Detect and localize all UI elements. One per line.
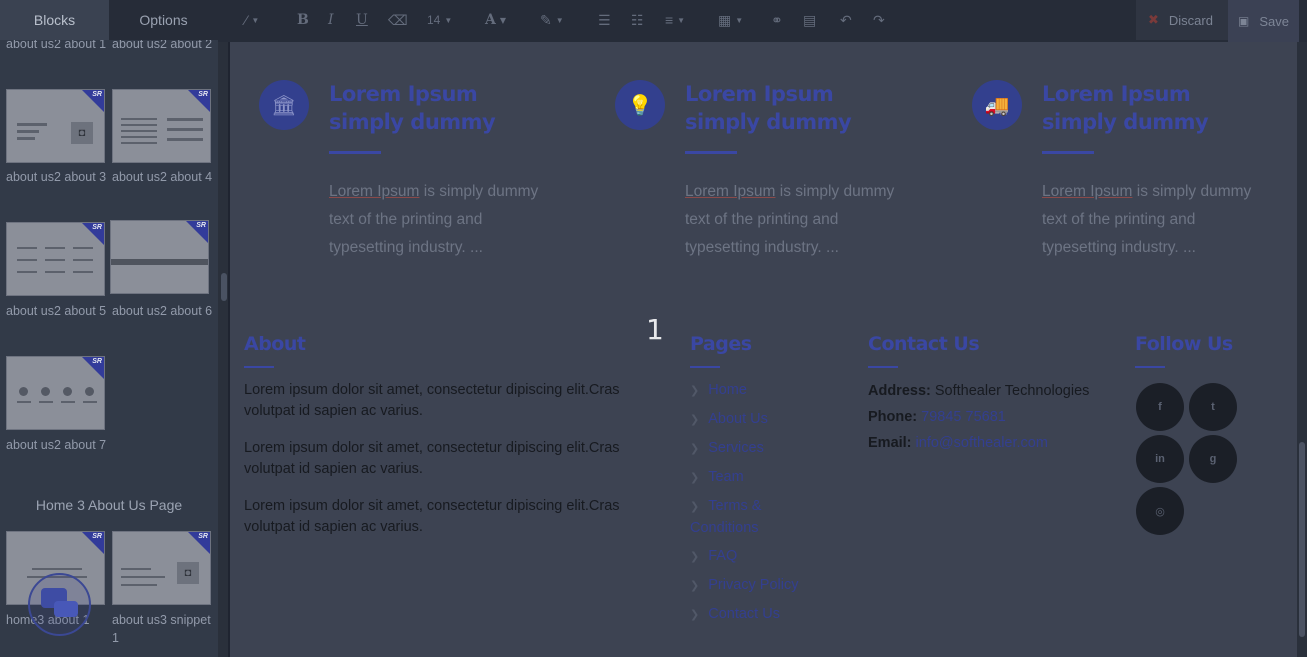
lightbulb-icon: 💡 [615, 80, 665, 130]
highlight-icon[interactable]: ✎ ▼ [540, 11, 564, 29]
close-icon: ✖ [1148, 12, 1159, 27]
tab-options[interactable]: Options [109, 0, 218, 40]
contact-address: Address: Softhealer Technologies [868, 383, 1090, 399]
camera-icon: ◘ [71, 122, 93, 144]
block-label: about us3 snippet 1 [112, 613, 211, 645]
footer-link-team[interactable]: ❯ Team [690, 467, 744, 489]
page-scrollbar[interactable] [1297, 42, 1307, 657]
block-label: about us2 about 4 [112, 170, 213, 184]
chevron-right-icon: ❯ [690, 443, 700, 455]
contact-phone: Phone: 79845 75681 [868, 409, 1006, 425]
sidebar-scrollbar-thumb[interactable] [221, 273, 227, 301]
block-label: about us2 about 5 [6, 304, 107, 318]
feature-text: Lorem Ipsum is simply dummy text of the … [685, 183, 895, 256]
chat-widget-button[interactable] [28, 573, 91, 636]
drop-position-badge: 1 [646, 313, 664, 346]
pages-heading: Pages [690, 333, 752, 355]
floppy-disk-icon: ▣ [1238, 14, 1250, 28]
footer-link-terms[interactable]: ❯ Terms & Conditions [690, 496, 800, 539]
block-thumbnail-about-us3-snippet-1[interactable]: ◘ SR [112, 531, 211, 605]
block-thumbnail-about-5[interactable]: SR [6, 222, 105, 296]
feature-title: Lorem Ipsum simply dummy [685, 82, 852, 134]
link-icon[interactable]: ⚭ [771, 11, 783, 29]
undo-icon[interactable]: ↶ [840, 11, 852, 29]
redo-icon[interactable]: ↷ [873, 11, 885, 29]
feature-title: Lorem Ipsum simply dummy [1042, 82, 1209, 134]
chevron-right-icon: ❯ [690, 385, 700, 397]
camera-icon: ◘ [177, 562, 199, 584]
chevron-right-icon: ❯ [690, 551, 700, 563]
chevron-right-icon: ❯ [690, 580, 700, 592]
bold-icon[interactable]: B [297, 11, 309, 29]
chevron-right-icon: ❯ [690, 609, 700, 621]
about-paragraph: Lorem ipsum dolor sit amet, consectetur … [244, 440, 620, 477]
font-color-icon[interactable]: A ▼ [485, 11, 506, 29]
block-thumbnail-about-7[interactable]: SR [6, 356, 105, 430]
table-icon[interactable]: ▦ ▼ [718, 11, 743, 29]
tab-blocks[interactable]: Blocks [0, 0, 109, 40]
font-size-select[interactable]: 14 ▼ [427, 11, 452, 29]
footer-link-faq[interactable]: ❯ FAQ [690, 546, 737, 568]
block-label: about us2 about 3 [6, 170, 107, 184]
eraser-icon[interactable]: ⌫ [388, 11, 408, 29]
chevron-right-icon: ❯ [690, 501, 700, 513]
file-icon[interactable]: ▤ [803, 11, 816, 29]
feature-text: Lorem Ipsum is simply dummy text of the … [329, 183, 539, 256]
instagram-icon[interactable]: ◎ [1136, 487, 1184, 535]
footer-link-contact-us[interactable]: ❯ Contact Us [690, 604, 780, 626]
follow-heading: Follow Us [1135, 333, 1233, 355]
footer-link-about-us[interactable]: ❯ About Us [690, 409, 768, 431]
contact-heading: Contact Us [868, 333, 980, 355]
linkedin-icon[interactable]: in [1136, 435, 1184, 483]
facebook-icon[interactable]: f [1136, 383, 1184, 431]
chevron-right-icon: ❯ [690, 472, 700, 484]
section-title: Home 3 About Us Page [35, 497, 183, 513]
bullet-list-icon[interactable]: ☰ [598, 11, 611, 29]
twitter-icon[interactable]: t [1189, 383, 1237, 431]
bank-icon: 🏛 [259, 80, 309, 130]
block-label: about us2 about 6 [112, 304, 213, 318]
footer-link-privacy-policy[interactable]: ❯ Privacy Policy [690, 575, 798, 597]
chevron-right-icon: ❯ [690, 414, 700, 426]
email-link[interactable]: info@softhealer.com [916, 435, 1048, 451]
truck-icon: 🚚 [972, 80, 1022, 130]
feature-title: Lorem Ipsum simply dummy [329, 82, 496, 134]
discard-button[interactable]: ✖ Discard [1136, 0, 1228, 40]
sidebar-tabs: Blocks Options [0, 0, 218, 40]
italic-icon[interactable]: I [328, 11, 334, 29]
feature-text: Lorem Ipsum is simply dummy text of the … [1042, 183, 1252, 256]
block-thumbnail-about-6[interactable]: SR [110, 220, 209, 294]
about-heading: About [244, 333, 306, 355]
block-thumbnail-about-3[interactable]: ◘ SR [6, 89, 105, 163]
feature-block[interactable]: 🏛 Lorem Ipsum simply dummy Lorem Ipsum i… [259, 80, 579, 270]
contact-email: Email: info@softhealer.com [868, 435, 1048, 451]
save-button[interactable]: ▣ Save [1228, 0, 1299, 42]
footer-link-services[interactable]: ❯ Services [690, 438, 764, 460]
github-icon[interactable]: g [1189, 435, 1237, 483]
about-paragraph: Lorem ipsum dolor sit amet, consectetur … [244, 382, 620, 419]
about-paragraph: Lorem ipsum dolor sit amet, consectetur … [244, 498, 620, 535]
block-thumbnail-about-4[interactable]: SR [112, 89, 211, 163]
editor-toolbar: ⁄ ▼ B I U ⌫ 14 ▼ A ▼ ✎ ▼ ☰ ☷ ≡ ▼ ▦ ▼ ⚭ ▤ ↶ ↷ ✖… [218, 0, 1307, 42]
align-icon[interactable]: ≡ ▼ [665, 11, 685, 29]
feature-block[interactable]: 💡 Lorem Ipsum simply dummy Lorem Ipsum i… [615, 80, 935, 270]
blocks-sidebar: about us2 about 1 about us2 about 2 ◘ SR… [0, 0, 218, 657]
underline-icon[interactable]: U [356, 11, 368, 29]
block-label: about us2 about 7 [6, 438, 107, 452]
numbered-list-icon[interactable]: ☷ [631, 11, 644, 29]
magic-wand-icon[interactable]: ⁄ ▼ [245, 11, 259, 29]
feature-block[interactable]: 🚚 Lorem Ipsum simply dummy Lorem Ipsum i… [972, 80, 1292, 270]
footer-link-home[interactable]: ❯ Home [690, 380, 747, 402]
phone-link[interactable]: 79845 75681 [921, 409, 1006, 425]
